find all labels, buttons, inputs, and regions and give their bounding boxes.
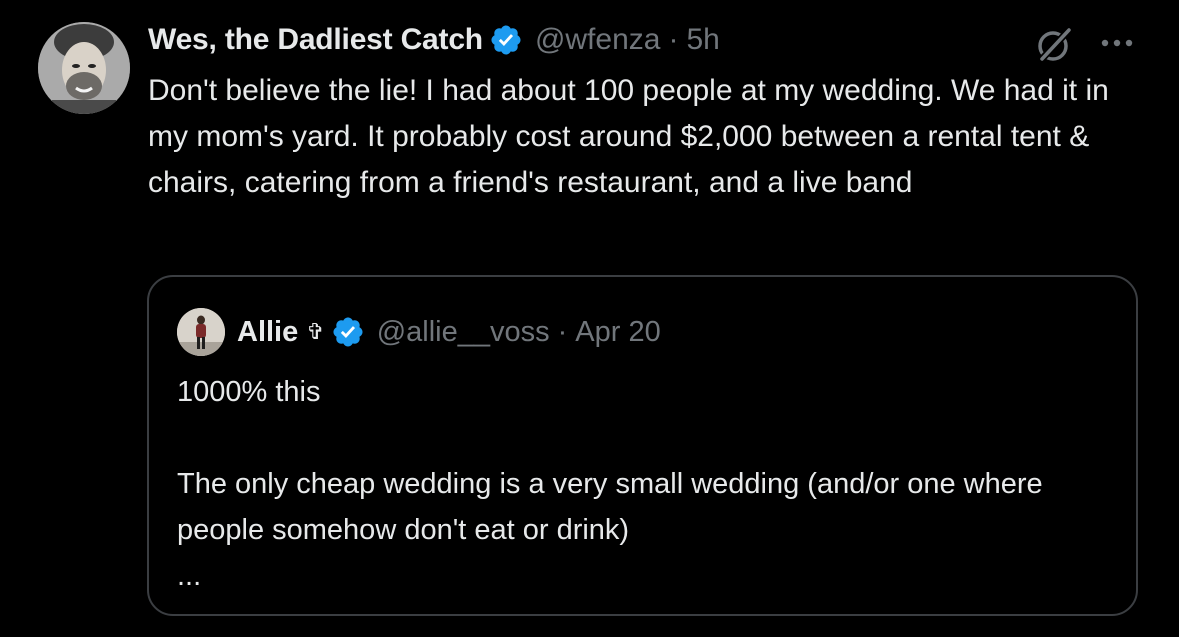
tweet-header: Wes, the Dadliest Catch @wfenza · 5h	[148, 18, 720, 62]
separator-dot: ·	[557, 315, 568, 348]
quoted-tweet-header: Allie ✞ @allie__voss · Apr 20	[237, 309, 661, 355]
verified-badge-icon[interactable]	[331, 315, 365, 349]
cross-emoji: ✞	[306, 319, 325, 344]
author-display-name[interactable]: Wes, the Dadliest Catch	[148, 23, 483, 57]
grok-icon[interactable]	[1033, 24, 1075, 66]
quoted-tweet-card[interactable]: Allie ✞ @allie__voss · Apr 20 1000% this…	[147, 275, 1138, 616]
author-avatar-image	[38, 22, 130, 114]
quoted-author-avatar-image	[177, 308, 225, 356]
verified-badge-icon[interactable]	[489, 23, 523, 57]
quoted-tweet-paragraph: The only cheap wedding is a very small w…	[177, 468, 1043, 546]
quoted-author-handle[interactable]: @allie__voss	[377, 316, 550, 349]
quoted-tweet-timestamp[interactable]: Apr 20	[575, 316, 660, 349]
quoted-tweet-paragraph: 1000% this	[177, 376, 321, 408]
tweet[interactable]: Wes, the Dadliest Catch @wfenza · 5h Don…	[0, 0, 1179, 637]
author-handle[interactable]: @wfenza	[535, 23, 661, 57]
quoted-author-display-name[interactable]: Allie	[237, 316, 298, 349]
author-avatar[interactable]	[38, 22, 130, 114]
quoted-tweet-ellipsis: ...	[177, 560, 202, 592]
quoted-tweet-text: 1000% this The only cheap wedding is a v…	[177, 369, 1117, 599]
quoted-author-avatar[interactable]	[177, 308, 225, 356]
separator-dot: ·	[668, 23, 679, 56]
tweet-timestamp[interactable]: 5h	[686, 23, 719, 57]
tweet-text: Don't believe the lie! I had about 100 p…	[148, 74, 1109, 199]
more-options-icon[interactable]	[1097, 33, 1139, 53]
